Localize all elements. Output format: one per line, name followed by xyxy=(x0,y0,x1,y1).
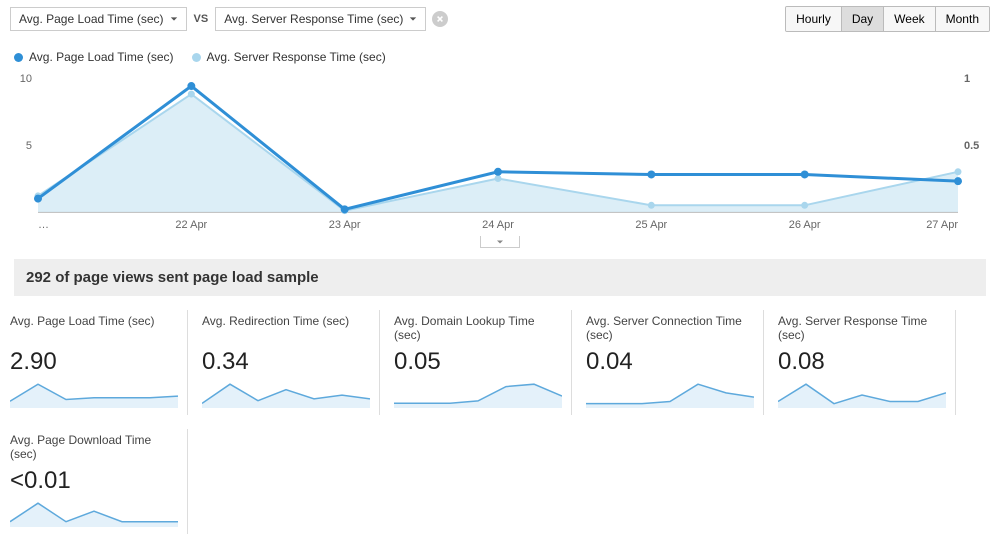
chart-legend: Avg. Page Load Time (sec) Avg. Server Re… xyxy=(0,38,1000,68)
time-button-week[interactable]: Week xyxy=(884,7,935,31)
metric-value: 0.04 xyxy=(586,348,753,376)
svg-text:5: 5 xyxy=(26,140,32,152)
metric-title: Avg. Redirection Time (sec) xyxy=(202,314,369,342)
metric-card[interactable]: Avg. Page Download Time (sec) <0.01 xyxy=(10,429,188,534)
sparkline xyxy=(10,380,178,408)
legend-b-label: Avg. Server Response Time (sec) xyxy=(207,50,386,64)
metric-title: Avg. Domain Lookup Time (sec) xyxy=(394,314,561,342)
metric-selectors: Avg. Page Load Time (sec) VS Avg. Server… xyxy=(10,7,448,31)
metric-b-dropdown[interactable]: Avg. Server Response Time (sec) xyxy=(215,7,426,31)
svg-text:24 Apr: 24 Apr xyxy=(482,219,514,231)
legend-item-b: Avg. Server Response Time (sec) xyxy=(192,50,386,64)
sparkline xyxy=(10,499,178,527)
metric-title: Avg. Page Download Time (sec) xyxy=(10,433,177,461)
expand-chart-button[interactable] xyxy=(480,236,520,248)
metric-card[interactable]: Avg. Domain Lookup Time (sec) 0.05 xyxy=(394,310,572,415)
legend-dot-primary xyxy=(14,53,23,62)
metric-card[interactable]: Avg. Redirection Time (sec) 0.34 xyxy=(202,310,380,415)
time-button-hourly[interactable]: Hourly xyxy=(786,7,842,31)
main-chart: 5 10 0.5 1 … 22 Apr 23 Apr 24 Apr 25 Apr 26 Apr 27… xyxy=(0,68,1000,245)
vs-label: VS xyxy=(191,13,212,25)
legend-dot-secondary xyxy=(192,53,201,62)
metrics-grid: Avg. Page Load Time (sec) 2.90 Avg. Redire… xyxy=(0,310,1000,548)
metric-title: Avg. Server Connection Time (sec) xyxy=(586,314,753,342)
svg-text:26 Apr: 26 Apr xyxy=(789,219,821,231)
metric-value: 0.05 xyxy=(394,348,561,376)
close-icon xyxy=(436,15,444,23)
metric-card[interactable]: Avg. Page Load Time (sec) 2.90 xyxy=(10,310,188,415)
sparkline xyxy=(202,380,370,408)
svg-text:23 Apr: 23 Apr xyxy=(329,219,361,231)
sparkline xyxy=(394,380,562,408)
svg-text:0.5: 0.5 xyxy=(964,140,979,152)
svg-text:22 Apr: 22 Apr xyxy=(175,219,207,231)
sparkline xyxy=(778,380,946,408)
metric-value: 0.34 xyxy=(202,348,369,376)
time-button-month[interactable]: Month xyxy=(936,7,989,31)
sparkline xyxy=(586,380,754,408)
clear-compare-button[interactable] xyxy=(432,11,448,27)
legend-item-a: Avg. Page Load Time (sec) xyxy=(14,50,174,64)
svg-text:…: … xyxy=(38,219,49,231)
svg-text:25 Apr: 25 Apr xyxy=(635,219,667,231)
time-button-day[interactable]: Day xyxy=(842,7,884,31)
chart-svg: 5 10 0.5 1 … 22 Apr 23 Apr 24 Apr 25 Apr 26 Apr 27… xyxy=(14,72,986,232)
metric-a-dropdown[interactable]: Avg. Page Load Time (sec) xyxy=(10,7,187,31)
svg-text:1: 1 xyxy=(964,73,970,85)
metric-a-label: Avg. Page Load Time (sec) xyxy=(19,12,164,26)
metric-value: 2.90 xyxy=(10,348,177,376)
top-bar: Avg. Page Load Time (sec) VS Avg. Server… xyxy=(0,0,1000,38)
metric-title: Avg. Page Load Time (sec) xyxy=(10,314,177,342)
sample-summary-bar: 292 of page views sent page load sample xyxy=(14,259,986,296)
metric-value: <0.01 xyxy=(10,467,177,495)
metric-title: Avg. Server Response Time (sec) xyxy=(778,314,945,342)
metric-card[interactable]: Avg. Server Response Time (sec) 0.08 xyxy=(778,310,956,415)
svg-text:27 Apr: 27 Apr xyxy=(926,219,958,231)
metric-card[interactable]: Avg. Server Connection Time (sec) 0.04 xyxy=(586,310,764,415)
chevron-down-icon xyxy=(409,15,417,23)
metric-value: 0.08 xyxy=(778,348,945,376)
svg-text:10: 10 xyxy=(20,73,32,85)
metric-b-label: Avg. Server Response Time (sec) xyxy=(224,12,403,26)
legend-a-label: Avg. Page Load Time (sec) xyxy=(29,50,174,64)
chevron-down-icon xyxy=(496,239,504,245)
chevron-down-icon xyxy=(170,15,178,23)
time-granularity-toggle: HourlyDayWeekMonth xyxy=(785,6,990,32)
